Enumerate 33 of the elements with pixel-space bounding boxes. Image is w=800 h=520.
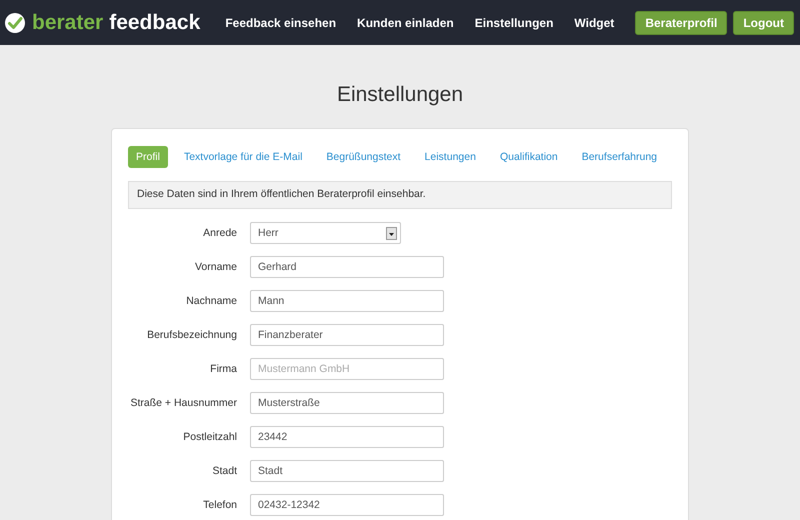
field-label: Postleitzahl xyxy=(182,430,237,444)
input-field[interactable]: Musterstraße xyxy=(250,392,444,414)
input-field[interactable]: Mann xyxy=(250,290,444,312)
logo-text: berater xyxy=(32,10,104,34)
check-circle-icon xyxy=(4,12,26,34)
logo-text: feedback xyxy=(109,10,200,34)
tab[interactable]: Qualifikation xyxy=(492,146,566,168)
field-label: Berufsbezeichnung xyxy=(146,328,237,342)
field-label: Telefon xyxy=(202,498,237,512)
field-label: Firma xyxy=(209,362,237,376)
info-text: Diese Daten sind in Ihrem öffentlichen Beraterprofil einsehbar. xyxy=(137,188,426,200)
tab[interactable]: Begrüßungstext xyxy=(318,146,409,168)
input-field[interactable]: Finanzberater xyxy=(250,324,444,346)
field-label: Vorname xyxy=(194,260,237,274)
nav-link[interactable]: Widget xyxy=(574,16,614,30)
tab[interactable]: Berufserfahrung xyxy=(574,146,666,168)
page-title: Einstellungen xyxy=(336,83,464,108)
field-label: Anrede xyxy=(202,226,237,240)
field-label: Stadt xyxy=(211,464,237,478)
input-field[interactable]: Gerhard xyxy=(250,256,444,278)
input-field[interactable]: Mustermann GmbH xyxy=(250,358,444,380)
select-field[interactable]: Herr xyxy=(250,222,401,244)
nav-link[interactable]: Einstellungen xyxy=(474,16,554,30)
field-label: Nachname xyxy=(185,294,237,308)
tab[interactable]: Textvorlage für die E-Mail xyxy=(176,146,310,168)
tab[interactable]: Leistungen xyxy=(416,146,484,168)
nav-link[interactable]: Kunden einladen xyxy=(357,16,454,30)
nav-link[interactable]: Feedback einsehen xyxy=(225,16,336,30)
input-field[interactable]: 23442 xyxy=(250,426,444,448)
caret-icon xyxy=(386,226,397,240)
input-field[interactable]: Stadt xyxy=(250,460,444,482)
input-field[interactable]: 02432-12342 xyxy=(250,494,444,516)
field-label: Straße + Hausnummer xyxy=(130,396,237,410)
